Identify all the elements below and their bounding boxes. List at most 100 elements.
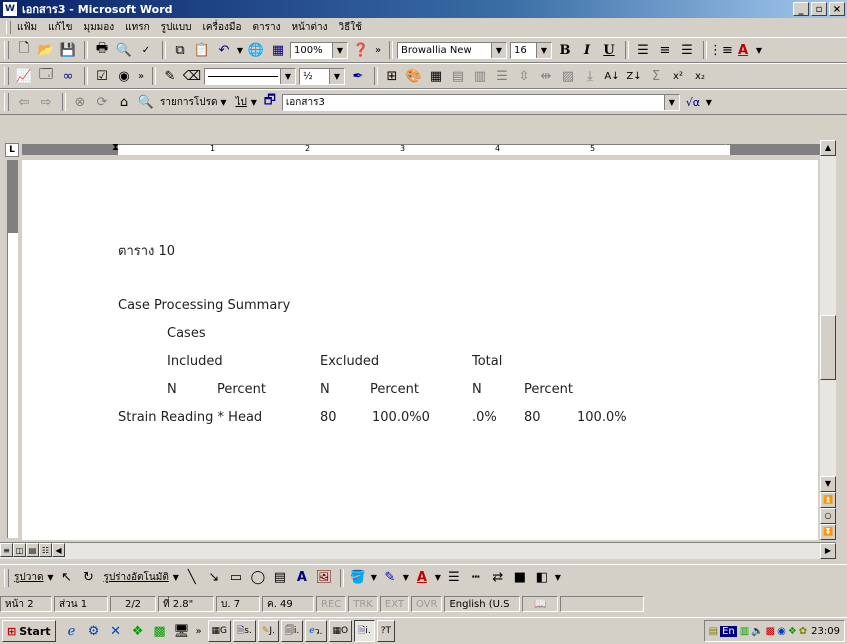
scroll-left-icon[interactable]: ◀ (52, 543, 65, 557)
go-menu[interactable]: ไป (235, 95, 246, 110)
undo-icon[interactable]: ↶ (214, 40, 234, 60)
merge-cells-icon[interactable]: ▤ (448, 66, 468, 86)
fill-color-icon[interactable]: 🪣 (348, 568, 368, 588)
taskbar-window-button[interactable]: ▦ O (328, 620, 353, 642)
distribute-rows-icon[interactable]: ⇳ (514, 66, 534, 86)
status-ovr[interactable]: OVR (410, 596, 443, 612)
status-trk[interactable]: TRK (348, 596, 378, 612)
sort-descending-icon[interactable]: Z↓ (624, 66, 644, 86)
chart-icon[interactable]: 📈 (14, 66, 34, 86)
italic-button[interactable]: I (577, 40, 597, 60)
web-layout-view-icon[interactable]: ◫ (13, 543, 26, 557)
chevron-down-icon[interactable]: ▼ (250, 92, 258, 112)
quicklaunch-icon[interactable]: ▩ (150, 621, 170, 641)
minimize-button[interactable]: _ (793, 2, 809, 16)
chevron-down-icon[interactable]: ▼ (332, 42, 347, 58)
chevron-down-icon[interactable]: ▼ (663, 94, 679, 110)
toolbar-grip[interactable] (4, 41, 9, 59)
text-box-icon[interactable]: ▤ (270, 568, 290, 588)
menu-table[interactable]: ตาราง (252, 20, 280, 35)
volume-icon[interactable]: 🔈 (751, 626, 763, 637)
equation-icon[interactable]: √α (683, 92, 703, 112)
stop-icon[interactable]: ⊗ (70, 92, 90, 112)
chevron-down-icon[interactable]: ▼ (280, 68, 295, 84)
autoshapes-menu[interactable]: รูปร่างอัตโนมัติ (103, 570, 168, 585)
horizontal-ruler[interactable]: L 1 2 3 4 5 6 ⧗ △ (0, 140, 847, 158)
table-icon[interactable]: ▦ (268, 40, 288, 60)
font-name-select[interactable]: Browallia New ▼ (397, 41, 507, 59)
taskbar-window-button[interactable]: 🗐 i. (280, 620, 304, 642)
vertical-scrollbar[interactable]: ▲ ▼ ⏫ ○ ⏬ (820, 140, 836, 540)
font-color-icon[interactable]: A (733, 40, 753, 60)
tray-icon[interactable]: ▤ (709, 626, 718, 637)
taskbar-window-button[interactable]: ✎ J. (257, 620, 279, 642)
home-icon[interactable]: ⌂ (114, 92, 134, 112)
new-document-icon[interactable]: 🗋 (14, 40, 34, 60)
border-color-icon[interactable]: ✒ (348, 66, 368, 86)
ie-quicklaunch-icon[interactable]: ℯ (62, 621, 82, 641)
numbering-icon[interactable]: ⋮≡ (709, 40, 733, 60)
scroll-down-icon[interactable]: ▼ (820, 476, 836, 492)
address-field[interactable]: เอกสาร3 ▼ (281, 93, 680, 111)
chevron-down-icon[interactable]: ▼ (434, 568, 442, 588)
close-button[interactable]: × (829, 2, 845, 16)
toolbar-grip[interactable] (4, 67, 9, 85)
font-size-select[interactable]: 16 ▼ (510, 41, 552, 59)
outline-view-icon[interactable]: ☷ (39, 543, 52, 557)
open-folder-icon[interactable]: 📂 (36, 40, 56, 60)
line-color-icon[interactable]: ✎ (380, 568, 400, 588)
autosum-icon[interactable]: Σ (646, 66, 666, 86)
tray-icon[interactable]: ◉ (777, 626, 786, 637)
previous-page-icon[interactable]: ⏫ (820, 492, 836, 508)
search-web-icon[interactable]: 🔍 (136, 92, 156, 112)
web-toolbar-icon[interactable]: 🌐 (246, 40, 266, 60)
paste-icon[interactable]: 📋 (192, 40, 212, 60)
chevron-down-icon[interactable]: ▼ (402, 568, 410, 588)
save-icon[interactable]: 💾 (58, 40, 78, 60)
horizontal-scrollbar[interactable]: ≡ ◫ ▤ ☷ ◀ ▶ (0, 542, 836, 559)
status-rec[interactable]: REC (316, 596, 347, 612)
spelling-status-icon[interactable]: 📖 (522, 596, 559, 612)
chevron-down-icon[interactable]: ▼ (370, 568, 378, 588)
restore-button[interactable]: ▫ (811, 2, 827, 16)
superscript-icon[interactable]: x² (668, 66, 688, 86)
menu-file[interactable]: แฟ้ม (17, 20, 37, 35)
taskbar-window-button[interactable]: 🗎 i. (354, 620, 375, 642)
favorites-menu[interactable]: รายการโปรด (160, 95, 217, 110)
select-browse-object-icon[interactable]: ○ (820, 508, 836, 524)
align-left-icon[interactable]: ☰ (633, 40, 653, 60)
shading-icon[interactable]: 🎨 (404, 66, 424, 86)
menu-grip[interactable] (6, 21, 11, 34)
quicklaunch-icon[interactable]: ✕ (106, 621, 126, 641)
free-rotate-icon[interactable]: ↻ (78, 568, 98, 588)
start-button[interactable]: ⊞ Start (2, 620, 56, 642)
subscript-icon[interactable]: x₂ (690, 66, 710, 86)
shadow-icon[interactable]: ■ (510, 568, 530, 588)
align-right-icon[interactable]: ☰ (677, 40, 697, 60)
pencil-icon[interactable]: ✎ (160, 66, 180, 86)
scroll-thumb[interactable] (820, 315, 836, 380)
chevron-down-icon[interactable]: ▼ (219, 92, 227, 112)
menu-view[interactable]: มุมมอง (84, 20, 115, 35)
draw-menu[interactable]: รูปวาด (14, 570, 43, 585)
chevron-down-icon[interactable]: ▼ (705, 92, 713, 112)
dash-style-icon[interactable]: ┅ (466, 568, 486, 588)
tray-lang[interactable]: En (720, 625, 737, 637)
insert-table-icon[interactable]: ▦ (426, 66, 446, 86)
forward-icon[interactable]: ⇨ (36, 92, 56, 112)
quicklaunch-icon[interactable]: ❖ (128, 621, 148, 641)
menu-insert[interactable]: แทรก (125, 20, 149, 35)
align-center-icon[interactable]: ≡ (655, 40, 675, 60)
chevron-down-icon[interactable]: ▼ (536, 42, 551, 58)
chevron-down-icon[interactable]: ▼ (329, 68, 344, 84)
normal-view-icon[interactable]: ≡ (0, 543, 13, 557)
more-buttons-icon[interactable]: » (373, 40, 383, 60)
left-indent-marker[interactable]: ⧗ (112, 142, 119, 153)
chevron-down-icon[interactable]: ▼ (172, 568, 180, 588)
borders-icon[interactable]: ⊞ (382, 66, 402, 86)
next-page-icon[interactable]: ⏬ (820, 524, 836, 540)
chevron-down-icon[interactable]: ▼ (491, 42, 506, 58)
taskbar-window-button[interactable]: ? T (376, 620, 396, 642)
print-layout-view-icon[interactable]: ▤ (26, 543, 39, 557)
print-icon[interactable]: 🖶 (92, 40, 112, 60)
